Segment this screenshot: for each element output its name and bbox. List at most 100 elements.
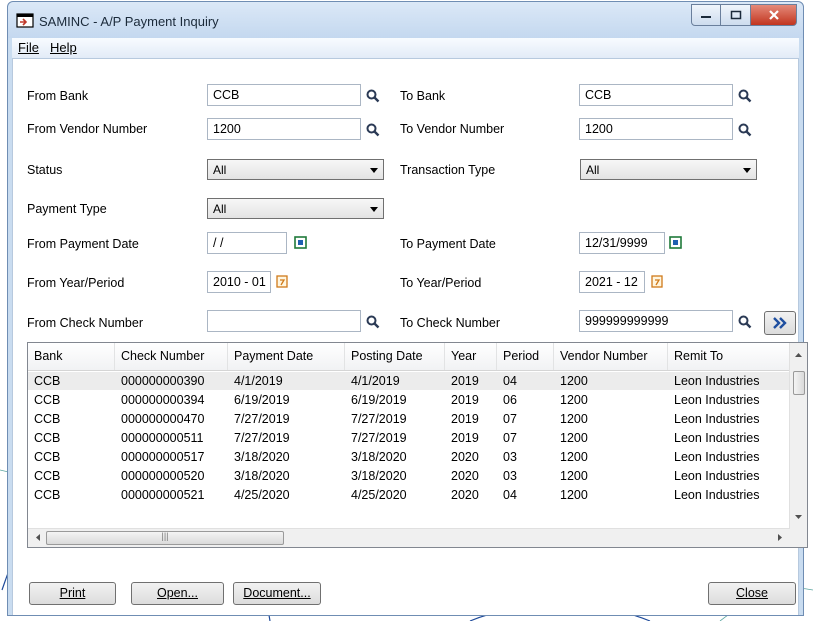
table-row[interactable]: CCB 000000000511 7/27/2019 7/27/2019 2019 07 1… [28,429,790,447]
close-icon [768,10,779,20]
to-payment-date-input[interactable]: 12/31/9999 [579,232,665,254]
to-bank-input[interactable]: CCB [579,84,733,106]
from-payment-date-input[interactable]: / / [207,232,287,254]
menu-help[interactable]: Help [50,40,77,55]
magnifier-icon[interactable] [738,89,752,103]
cell-remit-to: Leon Industries [674,412,760,426]
col-bank[interactable]: Bank [28,343,115,370]
col-check-number[interactable]: Check Number [115,343,228,370]
go-button[interactable] [764,311,796,335]
vertical-scrollbar[interactable] [789,343,807,529]
status-select[interactable]: All [207,159,384,180]
finder-icon[interactable] [651,275,663,288]
payment-type-select[interactable]: All [207,198,384,219]
table-row[interactable]: CCB 000000000520 3/18/2020 3/18/2020 2020 03 1… [28,467,790,485]
menu-help-label: Help [50,40,77,55]
close-window-button[interactable] [751,4,797,26]
scroll-right-icon[interactable] [772,529,788,546]
cell-vendor-number: 1200 [560,469,588,483]
col-payment-date[interactable]: Payment Date [228,343,345,370]
table-row[interactable]: CCB 000000000390 4/1/2019 4/1/2019 2019 04 120… [28,372,790,390]
title-bar: SAMINC - A/P Payment Inquiry [8,2,803,38]
magnifier-icon[interactable] [366,89,380,103]
table-row[interactable]: CCB 000000000521 4/25/2020 4/25/2020 2020 04 1… [28,486,790,504]
window-title: SAMINC - A/P Payment Inquiry [39,14,219,29]
chevron-down-icon [743,168,751,173]
from-check-input[interactable] [207,310,361,332]
scroll-left-icon[interactable] [30,529,46,546]
minimize-button[interactable] [691,4,721,26]
from-year-period-input[interactable]: 2010 - 01 [207,271,271,293]
scroll-thumb[interactable] [793,371,805,395]
cell-remit-to: Leon Industries [674,450,760,464]
magnifier-icon[interactable] [738,315,752,329]
magnifier-icon[interactable] [366,123,380,137]
transaction-type-value: All [586,163,600,177]
table-row[interactable]: CCB 000000000517 3/18/2020 3/18/2020 2020 03 1… [28,448,790,466]
col-year[interactable]: Year [445,343,497,370]
cell-bank: CCB [34,469,61,483]
cell-vendor-number: 1200 [560,374,588,388]
from-check-label: From Check Number [27,316,143,330]
cell-period: 04 [503,488,517,502]
col-vendor-number[interactable]: Vendor Number [554,343,668,370]
cell-payment-date: 7/27/2019 [234,431,290,445]
status-value: All [213,163,227,177]
from-bank-input[interactable]: CCB [207,84,361,106]
to-check-label: To Check Number [400,316,501,330]
print-button-label: Print [59,586,86,600]
col-period[interactable]: Period [497,343,554,370]
cell-vendor-number: 1200 [560,393,588,407]
cell-remit-to: Leon Industries [674,393,760,407]
menu-file-label: File [18,40,39,55]
cell-year: 2019 [451,412,479,426]
calendar-icon[interactable] [669,236,682,249]
magnifier-icon[interactable] [366,315,380,329]
cell-period: 04 [503,374,517,388]
print-button[interactable]: Print [29,582,116,605]
horizontal-scrollbar[interactable]: ||| [28,528,790,547]
maximize-button[interactable] [721,4,751,26]
to-vendor-label: To Vendor Number [400,122,505,136]
open-button[interactable]: Open... [131,582,224,605]
scroll-up-icon[interactable] [790,347,807,363]
cell-year: 2020 [451,488,479,502]
cell-year: 2019 [451,431,479,445]
cell-check-number: 000000000511 [121,431,204,445]
maximize-icon [730,10,741,20]
cell-posting-date: 6/19/2019 [351,393,407,407]
from-year-period-label: From Year/Period [27,276,125,290]
calendar-icon[interactable] [294,236,307,249]
cell-check-number: 000000000520 [121,469,205,483]
col-posting-date[interactable]: Posting Date [345,343,445,370]
close-button[interactable]: Close [708,582,796,605]
col-remit-to[interactable]: Remit To [668,343,790,370]
from-payment-date-label: From Payment Date [27,237,139,251]
cell-remit-to: Leon Industries [674,488,760,502]
cell-payment-date: 4/25/2020 [234,488,290,502]
transaction-type-select[interactable]: All [580,159,757,180]
to-year-period-input[interactable]: 2021 - 12 [579,271,645,293]
cell-bank: CCB [34,412,61,426]
menu-file[interactable]: File [18,40,39,55]
cell-payment-date: 7/27/2019 [234,412,290,426]
table-row[interactable]: CCB 000000000470 7/27/2019 7/27/2019 2019 07 1… [28,410,790,428]
document-button[interactable]: Document... [233,582,321,605]
to-vendor-input[interactable]: 1200 [579,118,733,140]
cell-bank: CCB [34,374,61,388]
magnifier-icon[interactable] [738,123,752,137]
cell-year: 2020 [451,450,479,464]
table-row[interactable]: CCB 000000000394 6/19/2019 6/19/2019 2019 06 1… [28,391,790,409]
scroll-down-icon[interactable] [790,509,807,525]
payment-type-label: Payment Type [27,202,107,216]
cell-payment-date: 3/18/2020 [234,450,290,464]
payments-grid[interactable]: Bank Check Number Payment Date Posting D… [27,342,808,548]
menu-bar: File Help [12,38,799,59]
to-check-input[interactable]: 999999999999 [579,310,733,332]
from-vendor-input[interactable]: 1200 [207,118,361,140]
transaction-type-label: Transaction Type [400,163,496,177]
finder-icon[interactable] [276,275,288,288]
cell-year: 2019 [451,374,479,388]
cell-period: 07 [503,412,517,426]
scroll-thumb[interactable]: ||| [46,531,284,545]
